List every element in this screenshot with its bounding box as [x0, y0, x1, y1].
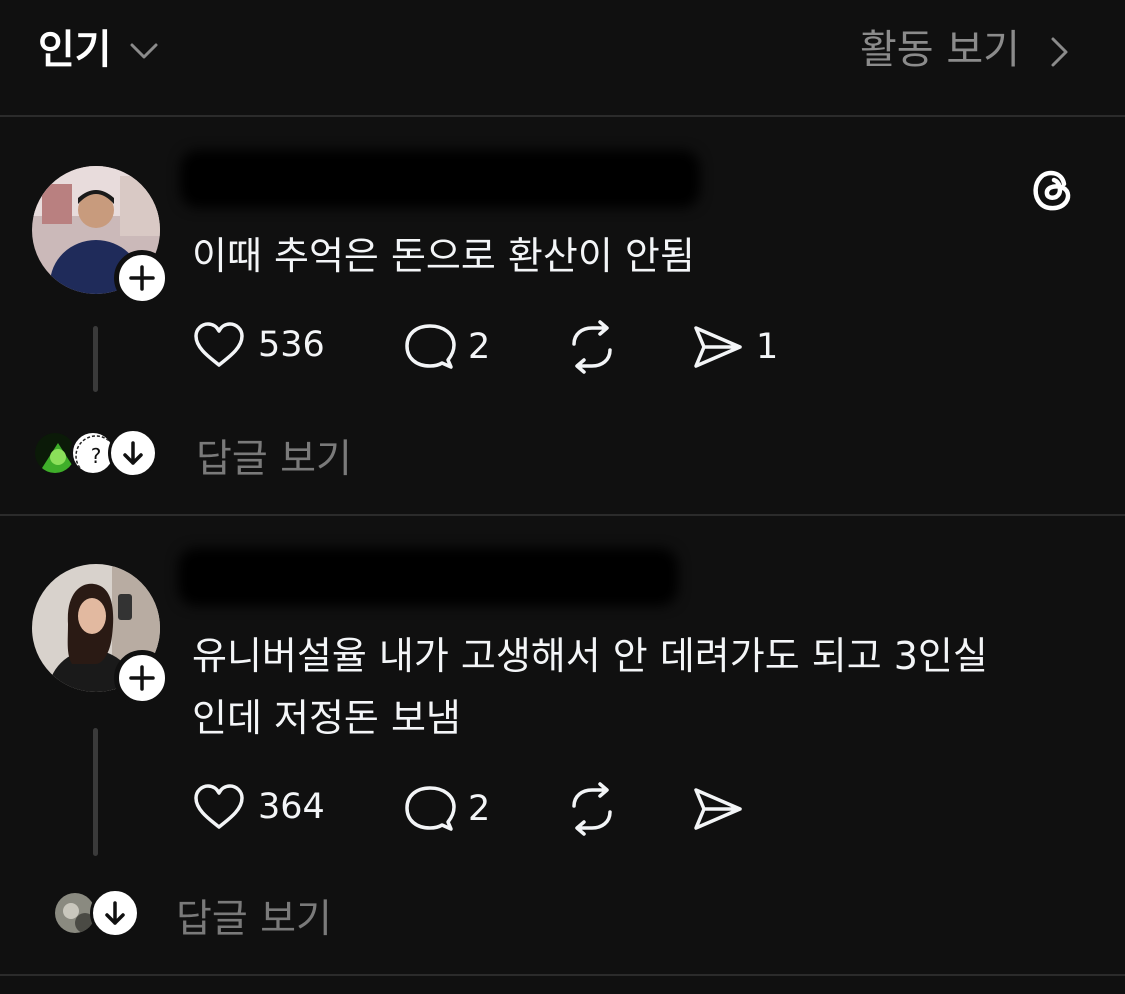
share-count: 1: [756, 327, 779, 367]
follow-button[interactable]: [114, 250, 170, 306]
arrow-down-icon: [105, 901, 125, 925]
plus-icon: [129, 265, 155, 291]
repost-button[interactable]: [564, 320, 620, 374]
comment-button[interactable]: 2: [404, 784, 490, 834]
comment-count: 2: [468, 789, 491, 829]
like-button[interactable]: 536: [192, 320, 325, 370]
comment-count: 2: [468, 327, 491, 367]
feed-filter-title[interactable]: 인기: [38, 22, 112, 78]
comment-button[interactable]: 2: [404, 322, 490, 372]
like-count: 364: [258, 787, 325, 827]
repost-button[interactable]: [564, 782, 620, 836]
arrow-down-icon: [123, 441, 143, 465]
heart-icon: [194, 322, 244, 367]
plus-icon: [129, 665, 155, 691]
activity-link[interactable]: 활동 보기: [860, 22, 1020, 78]
repost-icon: [572, 782, 612, 836]
divider: [0, 974, 1125, 976]
post-text-line: 유니버설율 내가 고생해서 안 데려가도 되고 3인실: [192, 634, 988, 678]
threads-logo-icon[interactable]: [1028, 164, 1076, 214]
expand-replies-button[interactable]: [90, 888, 140, 938]
repost-icon: [572, 320, 612, 374]
send-icon: [694, 788, 742, 830]
post-text-line: 인데 저정돈 보냄: [192, 696, 461, 740]
follow-button[interactable]: [114, 650, 170, 706]
comment-bubble-icon: [405, 786, 456, 831]
username-redacted: [180, 150, 700, 208]
thread-line: [93, 326, 98, 392]
heart-icon: [194, 784, 244, 829]
like-count: 536: [258, 325, 325, 365]
expand-replies-button[interactable]: [108, 428, 158, 478]
divider: [0, 514, 1125, 516]
username-redacted: [178, 548, 678, 606]
view-replies-link[interactable]: 답글 보기: [196, 428, 352, 484]
post-text: 이때 추억은 돈으로 환산이 안됨: [192, 234, 695, 278]
like-button[interactable]: 364: [192, 782, 325, 832]
send-icon: [694, 326, 742, 368]
share-button[interactable]: [692, 784, 744, 834]
chevron-down-icon[interactable]: [128, 34, 160, 66]
chevron-right-icon[interactable]: [1045, 34, 1073, 70]
comment-bubble-icon: [405, 324, 456, 369]
svg-text:?: ?: [91, 444, 102, 468]
share-button[interactable]: 1: [692, 322, 778, 372]
view-replies-link[interactable]: 답글 보기: [176, 888, 332, 944]
thread-line: [93, 728, 98, 856]
